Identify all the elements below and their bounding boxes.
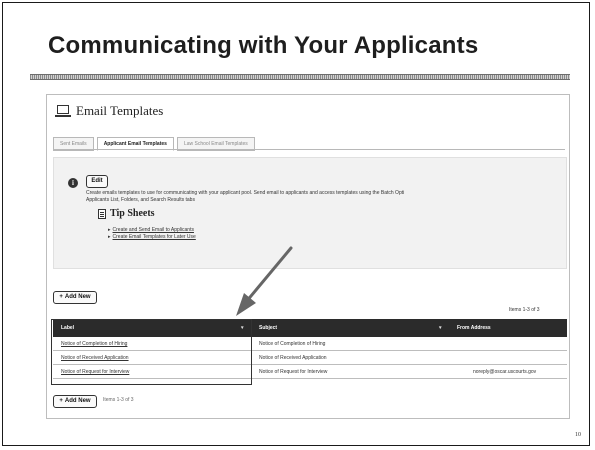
page-number: 10	[575, 432, 581, 438]
pointer-arrow-icon	[236, 246, 293, 316]
